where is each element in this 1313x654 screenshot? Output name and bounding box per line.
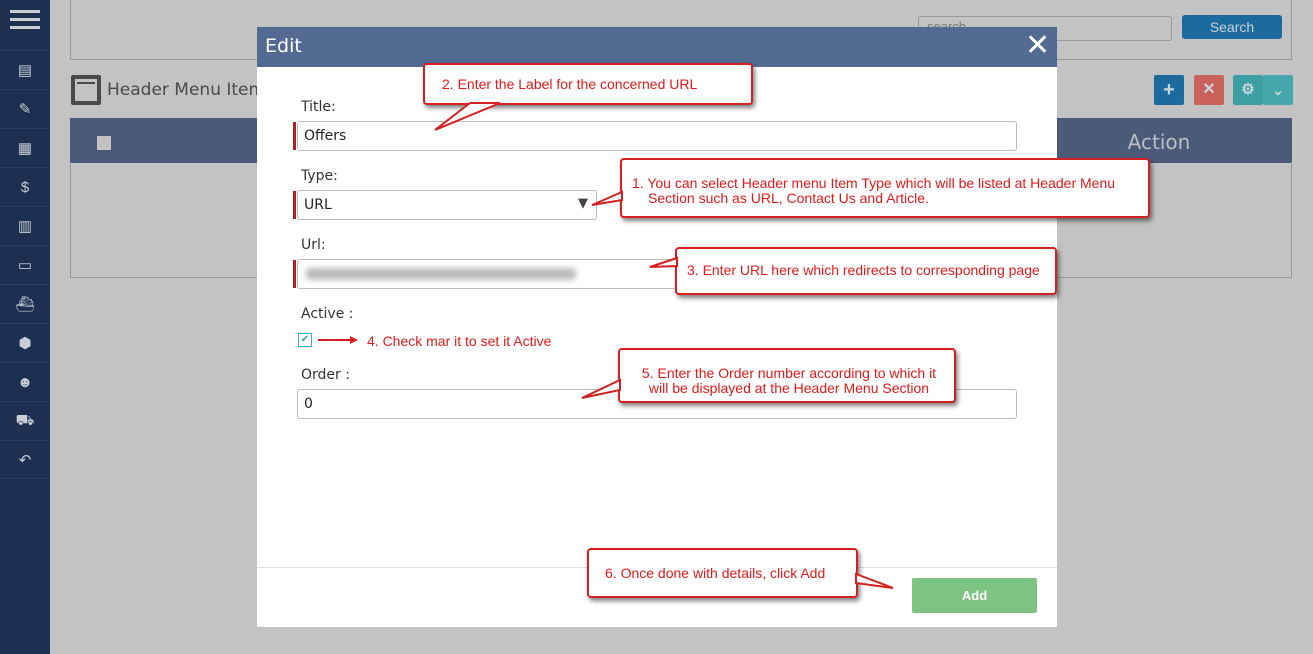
modal-title: Edit (265, 35, 302, 57)
select-all-checkbox[interactable] (97, 136, 111, 150)
modal-header: Edit ✕ (257, 27, 1057, 67)
callout-3: 3. Enter URL here which redirects to cor… (675, 247, 1057, 295)
blurred-url (306, 268, 576, 280)
type-label: Type: (301, 168, 338, 184)
callout-2: 2. Enter the Label for the concerned URL (423, 63, 753, 105)
type-selected-value: URL (304, 197, 332, 213)
close-icon[interactable]: ✕ (1025, 29, 1050, 63)
id-card-icon[interactable]: ▤ (0, 50, 50, 89)
action-column-header: Action (1127, 130, 1191, 154)
callout-5: 5. Enter the Order number according to w… (618, 348, 956, 403)
active-checkbox[interactable]: ✔ (298, 333, 312, 347)
active-label: Active : (301, 306, 354, 322)
dropdown-button[interactable]: ⌄ (1263, 75, 1293, 105)
ship-icon[interactable]: ⛴ (0, 284, 50, 323)
ticket-icon[interactable]: ▭ (0, 245, 50, 284)
box-icon[interactable]: ⬢ (0, 323, 50, 362)
money-bag-icon[interactable]: $ (0, 167, 50, 206)
required-marker (293, 191, 296, 219)
callout-1: 1. You can select Header menu Item Type … (620, 158, 1150, 218)
hamburger-menu-icon[interactable] (10, 10, 40, 30)
edit-modal: Edit ✕ Title: Offers Type: URL ▼ Url: Ac… (257, 27, 1057, 627)
type-select[interactable]: URL ▼ (297, 190, 597, 220)
required-marker (293, 122, 296, 150)
edit-list-icon[interactable]: ✎ (0, 89, 50, 128)
book-icon[interactable]: ▥ (0, 206, 50, 245)
search-button[interactable]: Search (1182, 15, 1282, 39)
callout-6: 6. Once done with details, click Add (587, 548, 858, 598)
users-icon[interactable]: ☻ (0, 362, 50, 401)
cart-icon[interactable]: ⛟ (0, 401, 50, 440)
sidebar: ▤ ✎ ▦ $ ▥ ▭ ⛴ ⬢ ☻ ⛟ ↶ (0, 0, 50, 654)
delete-button[interactable]: ✕ (1194, 75, 1224, 105)
order-label: Order : (301, 367, 350, 383)
add-submit-button[interactable]: Add (912, 578, 1037, 613)
note-4: 4. Check mar it to set it Active (367, 333, 552, 349)
undo-icon[interactable]: ↶ (0, 440, 50, 479)
layout-icon[interactable]: ▦ (0, 128, 50, 167)
settings-button[interactable]: ⚙ (1233, 75, 1263, 105)
add-button[interactable]: + (1154, 75, 1184, 105)
chevron-down-icon: ▼ (578, 196, 588, 211)
title-input[interactable]: Offers (297, 121, 1017, 151)
window-icon (71, 75, 101, 105)
required-marker (293, 260, 296, 288)
section-title: Header Menu Items (107, 80, 274, 100)
title-label: Title: (301, 99, 336, 115)
url-label: Url: (301, 237, 326, 253)
